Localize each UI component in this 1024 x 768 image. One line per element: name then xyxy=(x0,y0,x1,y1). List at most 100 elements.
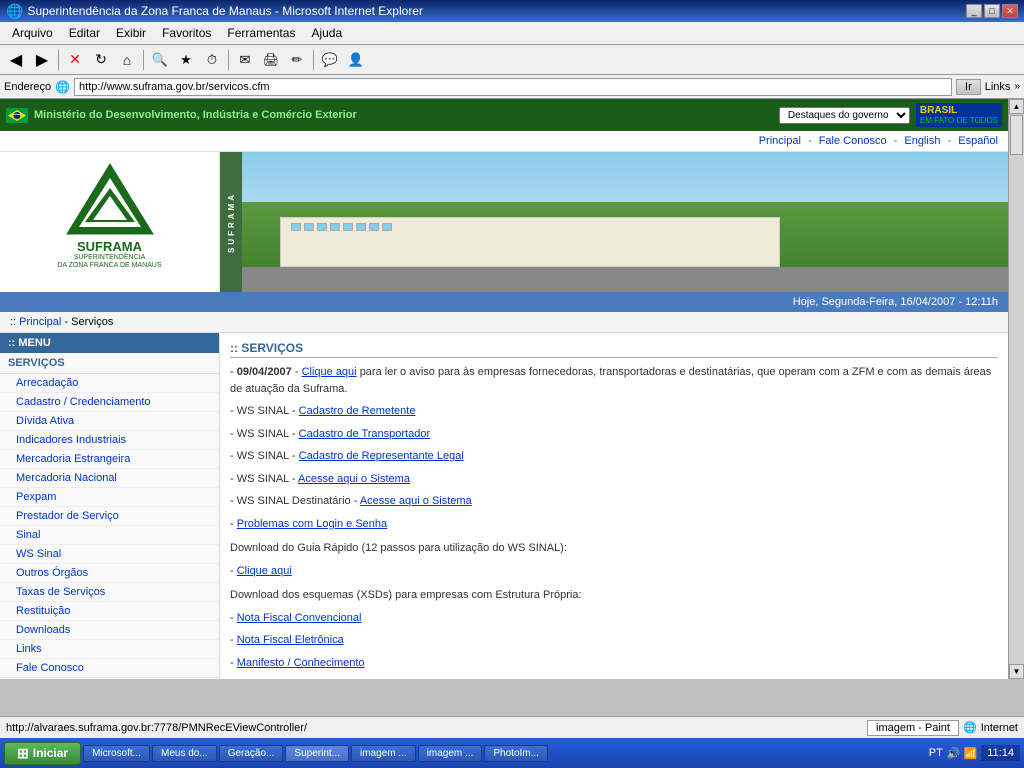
ws-link-2: - WS SINAL - Cadastro de Transportador xyxy=(230,426,998,443)
scrollbar[interactable]: ▲ ▼ xyxy=(1008,99,1024,679)
window-8 xyxy=(382,223,392,231)
menu-ajuda[interactable]: Ajuda xyxy=(303,24,350,42)
menu-favoritos[interactable]: Favoritos xyxy=(154,24,219,42)
favorites-button[interactable]: ★ xyxy=(174,48,198,72)
window-controls[interactable]: _ □ ✕ xyxy=(966,4,1018,18)
nav-english[interactable]: English xyxy=(904,135,940,147)
menu-arquivo[interactable]: Arquivo xyxy=(4,24,61,42)
taskbar-icons: 🔊 📶 xyxy=(947,747,977,760)
minimize-button[interactable]: _ xyxy=(966,4,982,18)
address-label: Endereço xyxy=(4,81,51,93)
taskbar-item-0[interactable]: Microsoft... xyxy=(83,745,150,762)
scroll-down-button[interactable]: ▼ xyxy=(1009,664,1024,679)
content-split: :: MENU SERVIÇOS Arrecadação Cadastro / … xyxy=(0,333,1008,679)
section-header: :: SERVIÇOS xyxy=(230,341,998,358)
download-esquemas-label: Download dos esquemas (XSDs) para empres… xyxy=(230,587,998,604)
scroll-thumb[interactable] xyxy=(1010,115,1023,155)
taskbar-item-3[interactable]: Superint... xyxy=(285,745,349,762)
status-url: http://alvaraes.suframa.gov.br:7778/PMNR… xyxy=(6,722,863,734)
menu-editar[interactable]: Editar xyxy=(61,24,108,42)
sky-bg xyxy=(242,152,1008,207)
toolbar-separator-2 xyxy=(143,50,144,70)
stop-button[interactable]: ✕ xyxy=(63,48,87,72)
taskbar-item-1[interactable]: Meus do... xyxy=(152,745,217,762)
gov-dropdown[interactable]: Destaques do governo xyxy=(779,107,910,124)
sidebar-item-fale-conosco[interactable]: Fale Conosco xyxy=(0,659,219,678)
nav-fale-conosco[interactable]: Fale Conosco xyxy=(819,135,887,147)
download-guia-clique[interactable]: Clique aqui xyxy=(237,565,292,577)
search-button[interactable]: 🔍 xyxy=(148,48,172,72)
ws-link-5: - WS SINAL Destinatário - Acesse aqui o … xyxy=(230,493,998,510)
sidebar-item-links[interactable]: Links xyxy=(0,640,219,659)
sidebar-item-arrecadacao[interactable]: Arrecadação xyxy=(0,374,219,393)
start-button[interactable]: ⊞ Iniciar xyxy=(4,742,81,765)
sidebar-item-mercadoria-estrangeira[interactable]: Mercadoria Estrangeira xyxy=(0,450,219,469)
nav-espanol[interactable]: Español xyxy=(958,135,998,147)
sidebar-item-mercadoria-nacional[interactable]: Mercadoria Nacional xyxy=(0,469,219,488)
logo-area: SUFRAMA SUPERINTENDÊNCIADA ZONA FRANCA D… xyxy=(0,152,220,292)
status-paint: imagem - Paint xyxy=(867,720,959,736)
sidebar-item-cadastro[interactable]: Cadastro / Credenciamento xyxy=(0,393,219,412)
breadcrumb-bar: :: Principal - Serviços xyxy=(0,312,1008,333)
address-input[interactable] xyxy=(74,78,952,96)
sidebar-item-outros[interactable]: Outros Órgãos xyxy=(0,564,219,583)
ws-cadastro-remetente[interactable]: Cadastro de Remetente xyxy=(299,405,416,417)
building-windows xyxy=(281,218,779,236)
sidebar-item-indicadores[interactable]: Indicadores Industriais xyxy=(0,431,219,450)
taskbar-item-2[interactable]: Geração... xyxy=(219,745,284,762)
taskbar-item-5[interactable]: imagem ... xyxy=(418,745,483,762)
window-1 xyxy=(291,223,301,231)
edit-button[interactable]: ✏ xyxy=(285,48,309,72)
xsd-convencional[interactable]: Nota Fiscal Convencional xyxy=(237,612,362,624)
print-button[interactable]: 🖨 xyxy=(259,48,283,72)
history-button[interactable]: ⏱ xyxy=(200,48,224,72)
xsd-manifesto-link[interactable]: Manifesto / Conhecimento xyxy=(237,657,365,669)
scroll-track[interactable] xyxy=(1009,114,1024,664)
nav-principal[interactable]: Principal xyxy=(759,135,801,147)
back-button[interactable]: ◀ xyxy=(4,48,28,72)
forward-button[interactable]: ▶ xyxy=(30,48,54,72)
sidebar-item-ws-sinal[interactable]: WS Sinal xyxy=(0,545,219,564)
ws-cadastro-transportador[interactable]: Cadastro de Transportador xyxy=(299,428,430,440)
status-internet: 🌐 Internet xyxy=(963,721,1018,734)
gov-select[interactable]: Destaques do governo xyxy=(779,107,910,124)
links-arrow[interactable]: » xyxy=(1014,81,1020,92)
close-button[interactable]: ✕ xyxy=(1002,4,1018,18)
breadcrumb-separator-icon: :: xyxy=(10,316,19,328)
discuss-button[interactable]: 💬 xyxy=(318,48,342,72)
mail-button[interactable]: ✉ xyxy=(233,48,257,72)
sidebar-item-prestador[interactable]: Prestador de Serviço xyxy=(0,507,219,526)
ministry-left: Ministério do Desenvolvimento, Indústria… xyxy=(6,108,357,123)
ws-acesse-sistema[interactable]: Acesse aqui o Sistema xyxy=(298,473,410,485)
scroll-up-button[interactable]: ▲ xyxy=(1009,99,1024,114)
sidebar-item-taxas[interactable]: Taxas de Serviços xyxy=(0,583,219,602)
sidebar-item-downloads[interactable]: Downloads xyxy=(0,621,219,640)
messenger-button[interactable]: 👤 xyxy=(344,48,368,72)
xsd-eletronica[interactable]: Nota Fiscal Eletrônica xyxy=(237,634,344,646)
xsd-nota-fiscal: - Nota Fiscal Convencional xyxy=(230,610,998,627)
maximize-button[interactable]: □ xyxy=(984,4,1000,18)
ws-cadastro-representante[interactable]: Cadastro de Representante Legal xyxy=(299,450,464,462)
go-button[interactable]: Ir xyxy=(956,79,981,95)
sidebar-item-divida[interactable]: Dívida Ativa xyxy=(0,412,219,431)
suframa-vertical-text: SUFRAMA xyxy=(227,192,236,253)
refresh-button[interactable]: ↻ xyxy=(89,48,113,72)
ws-sinal-links: - WS SINAL - Cadastro de Remetente - WS … xyxy=(230,403,998,532)
taskbar-item-4[interactable]: imagem ... xyxy=(351,745,416,762)
notice-clique-aqui[interactable]: Clique aqui xyxy=(302,366,357,378)
sidebar-item-pexpam[interactable]: Pexpam xyxy=(0,488,219,507)
ws-problemas-login[interactable]: Problemas com Login e Senha xyxy=(237,518,387,530)
breadcrumb-principal[interactable]: Principal xyxy=(19,316,61,328)
sidebar-item-sinal[interactable]: Sinal xyxy=(0,526,219,545)
sidebar-item-restituicao[interactable]: Restituição xyxy=(0,602,219,621)
home-button[interactable]: ⌂ xyxy=(115,48,139,72)
browser-content: ▲ ▼ Ministério do Desenvolvimento, Indús… xyxy=(0,99,1024,679)
menu-exibir[interactable]: Exibir xyxy=(108,24,154,42)
ws-destinatario-sistema[interactable]: Acesse aqui o Sistema xyxy=(360,495,472,507)
taskbar-right: PT 🔊 📶 11:14 xyxy=(929,745,1020,761)
ministry-text: Ministério do Desenvolvimento, Indústria… xyxy=(34,109,357,121)
menu-ferramentas[interactable]: Ferramentas xyxy=(219,24,303,42)
links-button[interactable]: Links xyxy=(985,81,1011,93)
suframa-logo xyxy=(65,162,155,237)
taskbar-item-6[interactable]: PhotoIm... xyxy=(484,745,548,762)
